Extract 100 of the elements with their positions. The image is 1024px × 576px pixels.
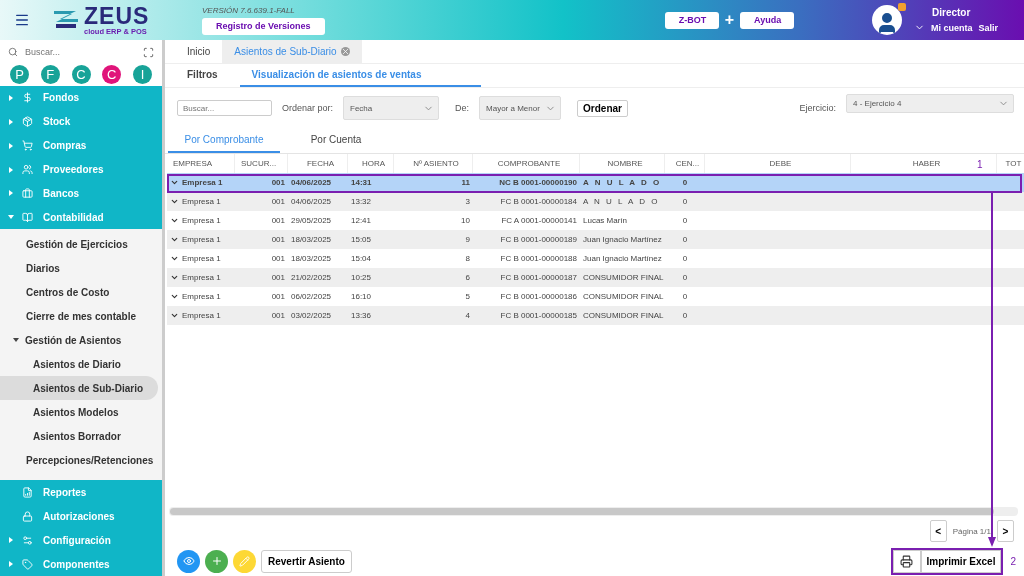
table-cell-text: CONSUMIDOR FINAL [582, 273, 665, 282]
table-cell-text: 001 [270, 235, 286, 244]
table-cell-text: 001 [270, 254, 286, 263]
chevron-down-icon[interactable] [170, 235, 179, 244]
chevron-down-icon[interactable] [170, 254, 179, 263]
menu-item[interactable]: Diarios [0, 256, 158, 281]
table-cell-text: FC B 0001-00000185 [499, 311, 578, 320]
menu-item[interactable]: Centros de Costo [0, 280, 158, 305]
table-cell: Empresa 1 [167, 292, 235, 301]
search-field[interactable]: Buscar... [177, 100, 272, 116]
menu-item-icon [22, 211, 33, 223]
table-cell-text: FC B 0001-00000189 [499, 235, 578, 244]
table-cell-text: 04/06/2025 [290, 197, 333, 206]
table-cell-text: 06/02/2025 [290, 292, 333, 301]
menu-item[interactable]: Asientos de Sub-Diario [0, 376, 158, 401]
table-cell-text: FC B 0001-00000187 [499, 273, 578, 282]
version-text: VERSIÓN 7.6.639.1-FALL [202, 5, 296, 15]
chevron-down-icon[interactable] [170, 311, 179, 320]
table-cell-text: 0 [681, 235, 689, 244]
table-cell-text: 14:31 [350, 178, 373, 187]
menu-item-icon [22, 164, 33, 176]
page-label: Página 1/1 [952, 526, 991, 536]
revert-button[interactable]: Revertir Asiento [261, 549, 352, 573]
order-button[interactable]: Ordenar [577, 99, 628, 117]
table-row[interactable]: Empresa 1 001 18/03/2025 15:05 9 FC B 0001-00000189 Juan Ignacio Martínez 0 [167, 230, 1024, 249]
table-cell-text: FC A 0001-00000141 [500, 216, 578, 225]
caret-icon [8, 94, 14, 101]
menu-item[interactable]: Asientos de Diario [0, 352, 158, 377]
chevron-down-icon[interactable] [170, 178, 179, 187]
exercise-select[interactable]: 4 - Ejercicio 4 [846, 94, 1014, 113]
table-cell-text: 8 [464, 254, 471, 263]
print-button[interactable] [892, 549, 921, 573]
menu-icon[interactable] [14, 12, 30, 28]
menu-item[interactable]: Asientos Modelos [0, 400, 158, 425]
menu-item[interactable]: Cierre de mes contable [0, 304, 158, 329]
direction-select[interactable]: Mayor a Menor [479, 96, 562, 120]
menu-item-icon [22, 486, 33, 498]
table-cell-text: 0 [681, 292, 689, 301]
caret-icon [8, 142, 14, 149]
table-cell-text: 0 [681, 216, 689, 225]
table-cell: Empresa 1 [167, 254, 235, 263]
tab[interactable]: Filtros [175, 64, 240, 87]
caret-icon [8, 166, 14, 173]
logout-link[interactable]: Salir [978, 22, 999, 33]
table-cell-text: NC B 0001-00000190 [498, 178, 578, 187]
bot-button[interactable]: Z-BOT [664, 11, 719, 29]
table-cell-text: 21/02/2025 [290, 273, 333, 282]
search-icon [8, 47, 18, 57]
tab[interactable]: Por Cuenta [280, 128, 392, 153]
table-cell-text: FC B 0001-00000186 [499, 292, 578, 301]
table-cell-text: 0 [681, 311, 689, 320]
chevron-down-icon[interactable] [170, 273, 179, 282]
table-cell-text: 0 [681, 273, 689, 282]
direction-label: De: [455, 103, 470, 113]
plus-sign: + [724, 11, 734, 29]
chevron-down-icon[interactable] [170, 292, 179, 301]
table-cell-text: Juan Ignacio Martínez [582, 254, 663, 263]
eye-icon [182, 555, 195, 567]
table-cell-text: 001 [270, 292, 286, 301]
order-by-select[interactable]: Fecha [343, 96, 440, 120]
next-page-button[interactable]: > [997, 520, 1014, 542]
table-cell: Empresa 1 [167, 235, 235, 244]
chevron-down-icon[interactable] [170, 216, 179, 225]
shortcut-button[interactable]: C [102, 65, 122, 84]
table-cell-text: 10 [460, 216, 471, 225]
table-cell-text: CONSUMIDOR FINAL [582, 292, 665, 301]
fullscreen-icon[interactable] [143, 46, 154, 58]
add-button[interactable] [205, 549, 228, 573]
caret-icon [8, 561, 14, 568]
menu-item[interactable]: Asientos Borrador [0, 424, 158, 449]
help-button[interactable]: Ayuda [740, 11, 794, 29]
menu-item-icon [22, 140, 33, 152]
caret-icon [8, 214, 14, 221]
view-button[interactable] [177, 549, 200, 573]
table-cell-text: 13:36 [350, 311, 373, 320]
table-cell-text: A N U L A D O [582, 178, 663, 187]
caret-icon [13, 337, 19, 344]
versions-button[interactable]: Registro de Versiones [202, 17, 325, 35]
table-cell-text: 001 [270, 178, 286, 187]
table-cell-text: 18/03/2025 [290, 235, 333, 244]
previous-page-button[interactable]: < [929, 520, 947, 542]
annotation-number: 1 [977, 159, 983, 170]
pencil-icon [239, 555, 250, 567]
menu-item[interactable]: Gestión de Ejercicios [0, 232, 158, 257]
excel-button[interactable]: Imprimir Excel [920, 549, 1002, 573]
table-row[interactable]: Empresa 1 001 21/02/2025 10:25 6 FC B 0001-00000187 CONSUMIDOR FINAL 0 [167, 268, 1024, 287]
annotation-number: 2 [1010, 555, 1016, 567]
table-cell-text: 4 [464, 311, 471, 320]
scrollbar[interactable] [169, 507, 1018, 516]
table-cell-text: 29/05/2025 [290, 216, 333, 225]
menu-item[interactable]: Gestión de Asientos [0, 328, 158, 353]
table-cell-text: 18/03/2025 [290, 254, 333, 263]
menu-item[interactable]: Percepciones/Retenciones [0, 448, 158, 473]
table-cell-text: FC B 0001-00000188 [499, 254, 578, 263]
table-cell-text: FC B 0001-00000184 [499, 197, 578, 206]
table-cell-text: 0 [681, 254, 689, 263]
chevron-down-icon[interactable] [170, 197, 179, 206]
account-link[interactable]: Mi cuenta [931, 22, 973, 33]
tab[interactable]: Inicio [175, 40, 223, 63]
table-row[interactable]: Empresa 1 001 03/02/2025 13:36 4 FC B 0001-00000185 CONSUMIDOR FINAL 0 [167, 306, 1024, 325]
